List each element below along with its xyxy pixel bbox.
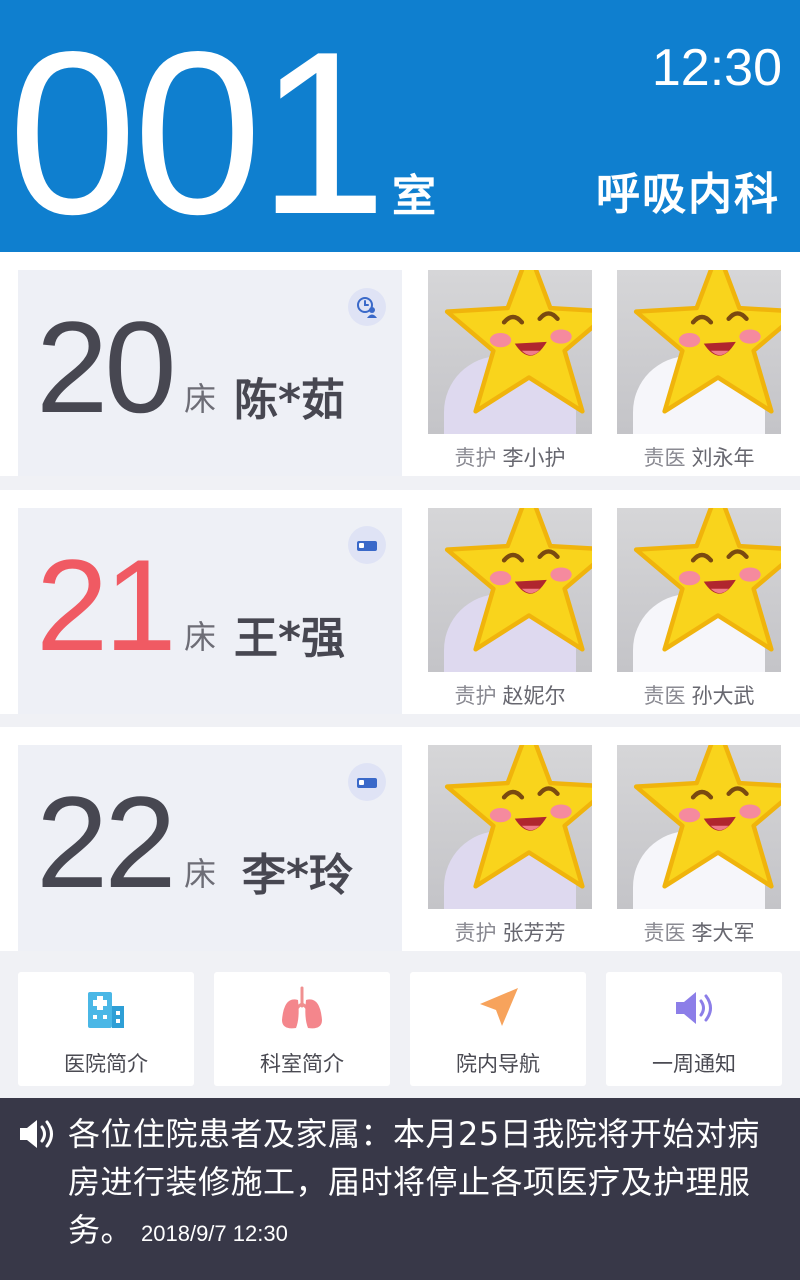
bed-icon [348, 526, 386, 564]
doctor-name: 李大军 [691, 921, 755, 945]
star-sticker-icon [440, 270, 592, 422]
doctor-name: 刘永年 [691, 446, 755, 470]
star-sticker-icon [629, 508, 781, 660]
doctor-photo [617, 270, 781, 434]
doctor-photo [617, 508, 781, 672]
room-number: 001 [8, 4, 387, 263]
notice-message: 各位住院患者及家属：本月25日我院将开始对病房进行装修施工，届时将停止各项医疗及… [68, 1110, 784, 1258]
bed-card[interactable]: 21 床 王*强 [18, 508, 402, 714]
doctor-role-label: 责医 [643, 684, 686, 708]
hospital-intro-button[interactable]: 医院简介 [18, 972, 194, 1086]
star-sticker-icon [440, 508, 592, 660]
patient-name: 李*玲 [242, 850, 354, 901]
bed-number: 22 [36, 769, 177, 915]
doctor-caption: 责医 李大军 [617, 917, 781, 947]
navigation-label: 院内导航 [456, 1052, 540, 1076]
quick-links-bar: 医院简介 科室简介 院内导航 一周通知 [0, 960, 800, 1096]
department-intro-label: 科室简介 [260, 1052, 344, 1076]
doctor-caption: 责医 刘永年 [617, 442, 781, 472]
weekly-notice-label: 一周通知 [652, 1052, 736, 1076]
bed-card[interactable]: 22 床 李*玲 [18, 745, 402, 951]
nurse-photo [428, 745, 592, 909]
bed-unit-label: 床 [184, 618, 217, 656]
notice-bar: 各位住院患者及家属：本月25日我院将开始对病房进行装修施工，届时将停止各项医疗及… [0, 1098, 800, 1280]
navigation-button[interactable]: 院内导航 [410, 972, 586, 1086]
nurse-role-label: 责护 [454, 446, 497, 470]
doctor-role-label: 责医 [643, 446, 686, 470]
nurse-name: 赵妮尔 [502, 684, 566, 708]
nurse-caption: 责护 赵妮尔 [428, 680, 592, 710]
navigation-arrow-icon [480, 988, 518, 1026]
speaker-icon [20, 1120, 53, 1148]
bed-unit-label: 床 [184, 380, 217, 418]
bed-card[interactable]: 20 床 陈*茹 [18, 270, 402, 476]
department-name: 呼吸内科 [596, 169, 780, 220]
nurse-caption: 责护 张芳芳 [428, 917, 592, 947]
patient-name: 王*强 [234, 613, 346, 664]
bed-row: 22 床 李*玲 责护 张芳芳 责医 李大军 [0, 727, 800, 951]
doctor-photo [617, 745, 781, 909]
clock-person-icon [348, 288, 386, 326]
speaker-icon [676, 992, 712, 1024]
nurse-name: 张芳芳 [502, 921, 566, 945]
clock: 12:30 [651, 39, 782, 97]
star-sticker-icon [440, 745, 592, 897]
bed-icon [348, 763, 386, 801]
nurse-photo [428, 508, 592, 672]
nurse-caption: 责护 李小护 [428, 442, 592, 472]
bed-unit-label: 床 [184, 855, 217, 893]
bed-row: 20 床 陈*茹 责护 李小护 责医 刘永年 [0, 252, 800, 476]
star-sticker-icon [629, 745, 781, 897]
doctor-name: 孙大武 [691, 684, 755, 708]
nurse-name: 李小护 [502, 446, 566, 470]
hospital-intro-label: 医院简介 [64, 1052, 148, 1076]
nurse-role-label: 责护 [454, 921, 497, 945]
weekly-notice-button[interactable]: 一周通知 [606, 972, 782, 1086]
patient-name: 陈*茹 [234, 375, 346, 426]
room-header: 001 室 12:30 呼吸内科 [0, 0, 800, 252]
nurse-role-label: 责护 [454, 684, 497, 708]
room-suffix: 室 [392, 171, 436, 222]
doctor-caption: 责医 孙大武 [617, 680, 781, 710]
star-sticker-icon [629, 270, 781, 422]
doctor-role-label: 责医 [643, 921, 686, 945]
bed-row: 21 床 王*强 责护 赵妮尔 责医 孙大武 [0, 490, 800, 714]
nurse-photo [428, 270, 592, 434]
lungs-icon [282, 986, 322, 1029]
bed-number: 21 [36, 532, 177, 678]
hospital-icon [88, 992, 124, 1028]
department-intro-button[interactable]: 科室简介 [214, 972, 390, 1086]
bed-number: 20 [36, 294, 177, 440]
notice-timestamp: 2018/9/7 12:30 [141, 1221, 288, 1246]
